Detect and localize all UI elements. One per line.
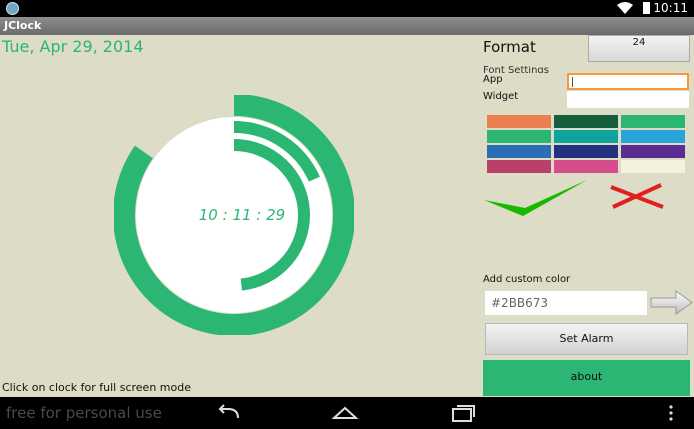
app-notification-icon bbox=[6, 2, 19, 15]
color-swatch[interactable] bbox=[487, 160, 551, 173]
text-caret bbox=[572, 77, 573, 87]
navigation-bar: free for personal use bbox=[0, 397, 694, 429]
add-color-arrow-icon[interactable] bbox=[649, 290, 694, 315]
color-swatch[interactable] bbox=[621, 115, 685, 128]
color-swatch[interactable] bbox=[621, 145, 685, 158]
color-swatch[interactable] bbox=[554, 145, 618, 158]
watermark-text: free for personal use bbox=[6, 404, 162, 422]
clock-time-text: 10 : 11 : 29 bbox=[198, 206, 286, 224]
date-label: Tue, Apr 29, 2014 bbox=[2, 37, 144, 56]
overflow-menu-icon[interactable] bbox=[666, 403, 676, 423]
status-bar: 10:11 bbox=[0, 0, 694, 17]
back-icon[interactable] bbox=[216, 403, 242, 423]
color-swatch[interactable] bbox=[554, 130, 618, 143]
color-swatch[interactable] bbox=[554, 115, 618, 128]
widget-font-label: Widget bbox=[483, 91, 519, 102]
widget-font-input[interactable] bbox=[567, 91, 689, 108]
checkmark-icon[interactable] bbox=[483, 178, 589, 218]
format-toggle-button[interactable]: 24 bbox=[588, 35, 690, 62]
home-icon[interactable] bbox=[331, 403, 359, 423]
clock-face[interactable]: 10 : 11 : 29 bbox=[113, 94, 355, 336]
color-swatch[interactable] bbox=[621, 130, 685, 143]
app-title: JClock bbox=[4, 19, 42, 32]
font-settings-label: Font Settings bbox=[483, 66, 549, 73]
fullscreen-hint: Click on clock for full screen mode bbox=[2, 381, 191, 394]
about-button[interactable]: about bbox=[483, 360, 690, 396]
set-alarm-button[interactable]: Set Alarm bbox=[485, 323, 688, 355]
wifi-icon bbox=[617, 2, 633, 14]
status-time: 10:11 bbox=[653, 1, 688, 15]
color-swatch[interactable] bbox=[621, 160, 685, 173]
main-content: Tue, Apr 29, 2014 10 : 11 : 29 Click on … bbox=[0, 35, 694, 397]
battery-icon bbox=[643, 2, 650, 14]
custom-color-input[interactable]: #2BB673 bbox=[485, 291, 647, 315]
color-palette bbox=[487, 115, 686, 173]
color-swatch[interactable] bbox=[487, 130, 551, 143]
app-font-input[interactable] bbox=[567, 73, 689, 90]
cross-icon[interactable] bbox=[609, 183, 665, 209]
app-title-bar: JClock bbox=[0, 17, 694, 35]
custom-color-label: Add custom color bbox=[483, 274, 571, 285]
color-swatch[interactable] bbox=[487, 145, 551, 158]
color-swatch[interactable] bbox=[554, 160, 618, 173]
format-value: 24 bbox=[632, 37, 646, 48]
color-swatch[interactable] bbox=[487, 115, 551, 128]
app-font-label: App bbox=[483, 74, 503, 85]
recents-icon[interactable] bbox=[450, 403, 476, 423]
format-label: Format bbox=[483, 38, 536, 56]
